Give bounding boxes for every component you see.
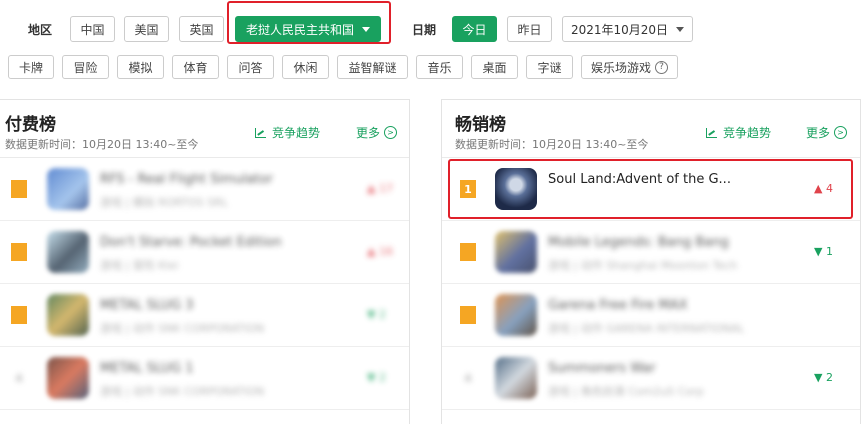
app-icon[interactable] <box>495 294 537 336</box>
rank-number: 4 <box>464 371 472 385</box>
app-icon[interactable] <box>47 357 89 399</box>
app-name[interactable]: METAL SLUG 1 <box>100 361 193 376</box>
app-icon[interactable] <box>495 231 537 273</box>
list-item[interactable]: 4 METAL SLUG 1 游戏 | 动作 SNK CORPORATION ▼… <box>0 347 409 410</box>
category-tag[interactable]: 冒险 <box>62 55 109 79</box>
app-category-developer: 游戏 | 模拟 RORTOS SRL <box>100 196 228 209</box>
list-item[interactable]: Mobile Legends: Bang Bang 游戏 | 动作 Shangh… <box>442 221 860 284</box>
category-tag[interactable]: 益智解谜 <box>337 55 408 79</box>
more-link[interactable]: 更多 > <box>806 124 848 141</box>
category-tag[interactable]: 字谜 <box>526 55 573 79</box>
app-icon[interactable] <box>47 294 89 336</box>
app-category-developer: 游戏 | 动作 Shanghai Moonton Tech <box>548 259 738 272</box>
trend-label: 竞争趋势 <box>272 126 321 140</box>
date-picker-value: 2021年10月20日 <box>570 22 669 37</box>
rank-badge <box>460 306 476 324</box>
date-today-button[interactable]: 今日 <box>452 16 497 42</box>
rank-change-value: 16 <box>378 245 393 258</box>
app-category-developer: 游戏 | 动作 GARENA INTERNATIONAL <box>548 322 745 335</box>
app-icon[interactable] <box>495 357 537 399</box>
app-name[interactable]: METAL SLUG 3 <box>100 298 193 313</box>
trend-chart-icon <box>706 127 717 138</box>
more-label: 更多 <box>806 126 831 140</box>
rank-badge <box>460 243 476 261</box>
trend-link[interactable]: 竞争趋势 <box>255 124 320 141</box>
chevron-down-icon <box>362 26 370 32</box>
app-name[interactable]: Summoners War <box>548 361 656 376</box>
rank-badge <box>11 243 27 261</box>
rank-badge <box>11 306 27 324</box>
highlight-box-top-grossing <box>448 159 853 219</box>
rank-change: ▲ 16 <box>367 245 393 258</box>
panel-title: 畅销榜 <box>455 115 506 135</box>
list-item[interactable]: Don't Starve: Pocket Edition 游戏 | 冒险 Kle… <box>0 221 409 284</box>
rank-change: ▼ 2 <box>367 371 386 384</box>
region-us-button[interactable]: 美国 <box>124 16 169 42</box>
region-uk-button[interactable]: 英国 <box>179 16 224 42</box>
rank-badge: 4 <box>11 369 27 387</box>
paid-chart-panel: 付费榜 数据更新时间：10月20日 13:40~至今 竞争趋势 更多 > RFS… <box>0 99 410 424</box>
category-tag[interactable]: 休闲 <box>282 55 329 79</box>
help-icon[interactable]: ? <box>655 60 668 74</box>
rank-change-value: 2 <box>378 371 386 384</box>
region-dropdown-value: 老挝人民民主共和国 <box>245 22 354 37</box>
date-label: 日期 <box>412 23 437 37</box>
panel-title: 付费榜 <box>5 115 56 135</box>
category-tag-label: 娱乐场游戏 <box>590 60 651 75</box>
paid-panel-header: 付费榜 数据更新时间：10月20日 13:40~至今 竞争趋势 更多 > <box>0 100 409 158</box>
list-item[interactable]: RFS - Real Flight Simulator 游戏 | 模拟 RORT… <box>0 158 409 221</box>
app-icon[interactable] <box>47 168 89 210</box>
app-category-developer: 游戏 | 角色扮演 Com2uS Corp <box>548 385 704 398</box>
arrow-right-circle-icon: > <box>384 126 398 139</box>
app-icon[interactable] <box>47 231 89 273</box>
trend-link[interactable]: 竞争趋势 <box>706 124 771 141</box>
more-link[interactable]: 更多 > <box>356 124 398 141</box>
rank-change-value: 17 <box>378 182 393 195</box>
region-label: 地区 <box>28 23 53 37</box>
app-category-developer: 游戏 | 动作 SNK CORPORATION <box>100 322 265 335</box>
update-time: 数据更新时间：10月20日 13:40~至今 <box>5 138 199 151</box>
rank-badge: 4 <box>460 369 476 387</box>
date-yesterday-button[interactable]: 昨日 <box>507 16 552 42</box>
app-name[interactable]: Mobile Legends: Bang Bang <box>548 235 729 250</box>
app-name[interactable]: RFS - Real Flight Simulator <box>100 172 273 187</box>
trend-label: 竞争趋势 <box>723 126 772 140</box>
rank-badge <box>11 180 27 198</box>
category-tag[interactable]: 体育 <box>172 55 219 79</box>
category-tag[interactable]: 模拟 <box>117 55 164 79</box>
list-item[interactable]: METAL SLUG 3 游戏 | 动作 SNK CORPORATION ▼ 2 <box>0 284 409 347</box>
rank-change: ▼ 1 <box>814 245 833 258</box>
app-name[interactable]: Garena Free Fire MAX <box>548 298 688 313</box>
app-category-developer: 游戏 | 冒险 Klei <box>100 259 179 272</box>
grossing-chart-panel: 畅销榜 数据更新时间：10月20日 13:40~至今 竞争趋势 更多 > 1 S… <box>441 99 861 424</box>
rank-change: ▲ 17 <box>367 182 393 195</box>
grossing-panel-header: 畅销榜 数据更新时间：10月20日 13:40~至今 竞争趋势 更多 > <box>442 100 860 158</box>
rank-change-value: 2 <box>378 308 386 321</box>
category-tag[interactable]: 桌面 <box>471 55 518 79</box>
category-tag-casino[interactable]: 娱乐场游戏 ? <box>581 55 678 79</box>
category-tag[interactable]: 卡牌 <box>8 55 54 79</box>
rank-change-value: 2 <box>825 371 833 384</box>
rank-change: ▼ 2 <box>814 371 833 384</box>
app-name[interactable]: Don't Starve: Pocket Edition <box>100 235 282 250</box>
list-item[interactable]: 4 Summoners War 游戏 | 角色扮演 Com2uS Corp ▼ … <box>442 347 860 410</box>
list-item[interactable]: Garena Free Fire MAX 游戏 | 动作 GARENA INTE… <box>442 284 860 347</box>
arrow-right-circle-icon: > <box>834 126 848 139</box>
date-picker[interactable]: 2021年10月20日 <box>562 16 693 42</box>
rank-number: 4 <box>15 371 23 385</box>
category-tag[interactable]: 音乐 <box>416 55 463 79</box>
region-china-button[interactable]: 中国 <box>70 16 115 42</box>
category-bar: 卡牌 冒险 模拟 体育 问答 休闲 益智解谜 音乐 桌面 字谜 娱乐场游戏 ? <box>0 55 864 81</box>
update-time: 数据更新时间：10月20日 13:40~至今 <box>455 138 649 151</box>
more-label: 更多 <box>356 126 381 140</box>
rank-change: ▼ 2 <box>367 308 386 321</box>
trend-chart-icon <box>255 127 266 138</box>
app-category-developer: 游戏 | 动作 SNK CORPORATION <box>100 385 265 398</box>
chevron-down-icon <box>676 26 685 32</box>
region-dropdown[interactable]: 老挝人民民主共和国 <box>235 16 381 42</box>
filter-bar: 地区 中国 美国 英国 老挝人民民主共和国 日期 今日 昨日 2021年10月2… <box>0 1 864 44</box>
category-tag[interactable]: 问答 <box>227 55 274 79</box>
rank-change-value: 1 <box>825 245 833 258</box>
